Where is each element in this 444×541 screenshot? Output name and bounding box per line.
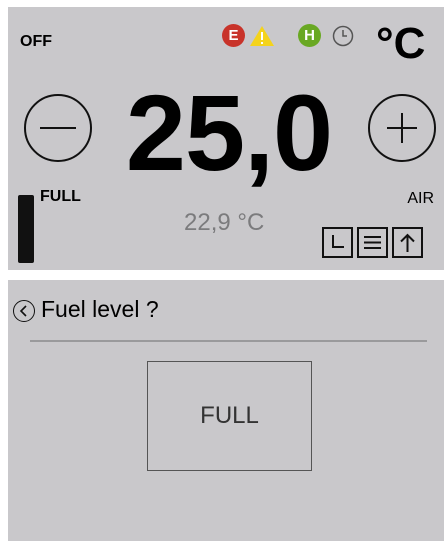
plus-icon xyxy=(387,113,417,143)
divider xyxy=(30,340,427,342)
power-state-label[interactable]: OFF xyxy=(20,33,52,51)
up-button[interactable] xyxy=(392,227,423,258)
heater-badge[interactable]: H xyxy=(298,24,321,47)
fuel-option-full-button[interactable]: FULL xyxy=(147,361,312,471)
menu-icon xyxy=(364,236,381,249)
increase-button[interactable] xyxy=(368,94,436,162)
current-temperature: 22,9 °C xyxy=(184,209,265,236)
fuel-level-dialog: Fuel level ? FULL xyxy=(8,280,444,541)
chevron-left-icon xyxy=(19,305,27,317)
mode-label: AIR xyxy=(407,190,434,207)
dialog-title: Fuel level ? xyxy=(41,296,159,322)
temperature-unit[interactable]: °C xyxy=(376,21,425,67)
decrease-button[interactable] xyxy=(24,94,92,162)
minus-icon xyxy=(40,127,76,129)
thermostat-panel: OFF E H °C 25,0 FULL 22,9 °C AIR xyxy=(8,7,444,270)
timer-button[interactable] xyxy=(322,227,353,258)
back-button[interactable] xyxy=(13,300,35,322)
error-badge[interactable]: E xyxy=(222,24,245,47)
fuel-level-label: FULL xyxy=(40,188,81,205)
fuel-level-bar xyxy=(18,195,34,263)
menu-button[interactable] xyxy=(357,227,388,258)
setpoint-value: 25,0 xyxy=(125,72,333,193)
warning-triangle-icon[interactable] xyxy=(249,25,275,47)
timer-icon xyxy=(332,235,344,248)
clock-icon[interactable] xyxy=(331,24,355,48)
arrow-up-icon xyxy=(400,233,415,252)
